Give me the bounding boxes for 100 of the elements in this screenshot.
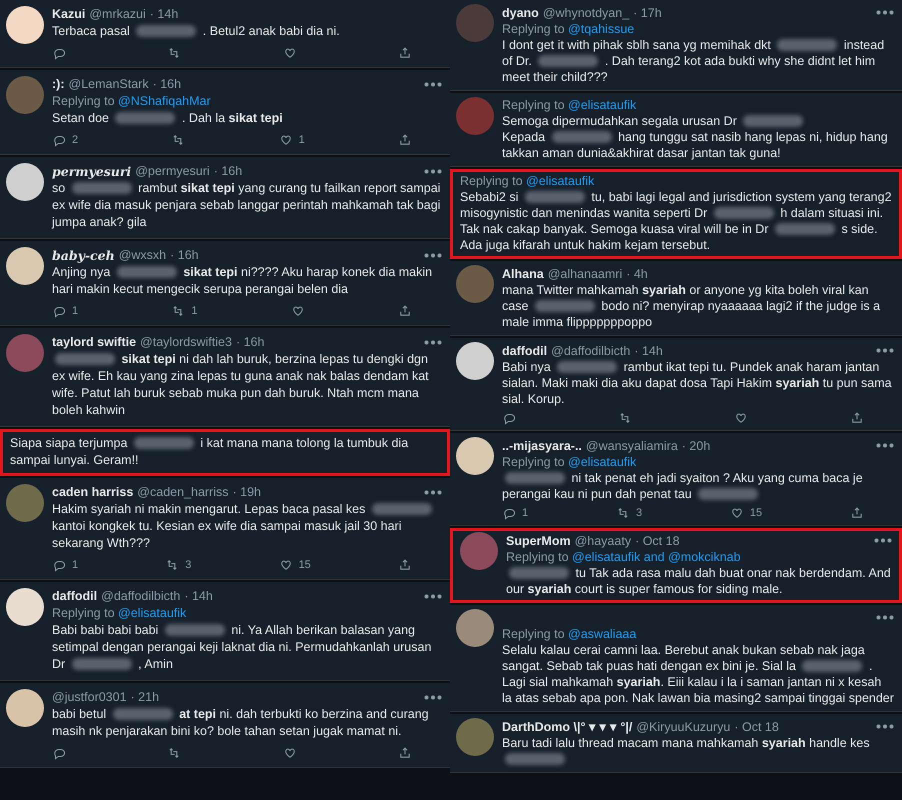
more-icon[interactable] — [424, 82, 442, 87]
share-icon[interactable] — [398, 133, 412, 147]
reply-icon[interactable] — [52, 133, 66, 147]
timestamp[interactable]: · 16h — [152, 76, 182, 93]
timestamp[interactable]: · Oct 18 — [734, 718, 779, 734]
heart-icon[interactable] — [282, 46, 297, 60]
timestamp[interactable]: · 16h — [236, 334, 264, 351]
timestamp[interactable]: · 19h — [232, 484, 262, 501]
timestamp[interactable]: · 14h — [634, 342, 663, 358]
user-handle[interactable]: @alhanaamri — [548, 266, 622, 282]
display-name[interactable]: baby-ceh — [52, 247, 115, 264]
user-handle[interactable]: @mrkazui — [89, 6, 146, 23]
timestamp[interactable]: · 14h — [184, 588, 213, 605]
display-name[interactable]: caden harriss — [52, 484, 134, 501]
timestamp[interactable]: · 4h — [626, 266, 648, 282]
avatar[interactable] — [6, 247, 44, 285]
reply-icon[interactable] — [52, 558, 66, 572]
display-name[interactable]: dyano — [502, 4, 539, 20]
more-icon[interactable] — [876, 10, 894, 15]
user-handle[interactable]: @permyesuri — [135, 163, 210, 180]
more-icon[interactable] — [424, 253, 442, 258]
retweet-icon[interactable] — [616, 506, 630, 520]
heart-icon[interactable] — [730, 506, 744, 520]
retweet-icon[interactable] — [618, 411, 632, 425]
more-icon[interactable] — [424, 169, 442, 174]
more-icon[interactable] — [424, 340, 442, 345]
heart-icon[interactable] — [282, 746, 297, 760]
more-icon[interactable] — [876, 615, 894, 620]
heart-icon[interactable] — [290, 304, 305, 318]
user-handle[interactable]: @daffodilbicth — [101, 588, 180, 605]
display-name[interactable]: Alhana — [502, 266, 544, 282]
user-handle[interactable]: @taylordswiftie3 — [140, 334, 232, 351]
share-icon[interactable] — [398, 558, 412, 572]
user-handle[interactable]: @wxsxh — [118, 247, 166, 264]
display-name[interactable]: daffodil — [502, 342, 548, 358]
retweet-icon[interactable] — [167, 46, 182, 60]
avatar[interactable] — [456, 342, 494, 380]
reply-icon[interactable] — [52, 746, 66, 760]
timestamp[interactable]: · 16h — [170, 247, 199, 264]
share-icon[interactable] — [398, 304, 412, 318]
timestamp[interactable]: · Oct 18 — [635, 532, 680, 548]
more-icon[interactable] — [874, 538, 892, 543]
user-handle[interactable]: @LemanStark — [68, 76, 149, 93]
mention-link[interactable]: @elisataufik — [568, 98, 636, 112]
user-handle[interactable]: @daffodilbicth — [551, 342, 630, 358]
reply-icon[interactable] — [52, 304, 66, 318]
reply-icon[interactable] — [52, 46, 66, 60]
retweet-icon[interactable] — [167, 746, 182, 760]
mention-link[interactable]: @NShafiqahMar — [118, 94, 211, 108]
mention-link[interactable]: @tqahissue — [568, 22, 634, 36]
retweet-icon[interactable] — [171, 304, 186, 318]
more-icon[interactable] — [424, 695, 442, 700]
timestamp[interactable]: · 20h — [682, 438, 710, 454]
share-icon[interactable] — [398, 746, 412, 760]
display-name[interactable]: DarthDomo \|° ▾ ▾ ▾ °|/ — [502, 718, 632, 734]
reply-icon[interactable] — [502, 411, 516, 425]
heart-icon[interactable] — [734, 411, 748, 425]
timestamp[interactable]: · 14h — [150, 6, 178, 23]
tweet-text: Hakim syariah ni makin mengarut. Lepas baca pasal kes kantoi kongkek tu. Kesian ex wife dia sampai masuk jail 30 hari sekarang Wth??? — [52, 501, 442, 552]
user-handle[interactable]: @justfor0301 — [52, 689, 127, 706]
share-icon[interactable] — [850, 506, 864, 520]
timestamp[interactable]: · 16h — [214, 163, 242, 180]
more-icon[interactable] — [424, 490, 442, 495]
user-handle[interactable]: @whynotdyan_ — [542, 4, 630, 20]
display-name[interactable]: permyesuri — [52, 163, 132, 180]
retweet-icon[interactable] — [165, 558, 180, 572]
retweet-icon[interactable] — [171, 133, 186, 147]
display-name[interactable]: daffodil — [52, 588, 98, 605]
more-icon[interactable] — [424, 594, 442, 599]
mention-link[interactable]: @elisataufik — [568, 455, 636, 469]
reply-icon[interactable] — [502, 506, 516, 520]
display-name[interactable]: ..-mijasyara-.. — [502, 438, 582, 454]
avatar[interactable] — [6, 588, 44, 626]
display-name[interactable]: :): — [52, 76, 64, 93]
avatar[interactable] — [6, 163, 44, 201]
user-handle[interactable]: @hayaaty — [574, 532, 632, 548]
share-icon[interactable] — [850, 411, 864, 425]
timestamp[interactable]: · 21h — [130, 689, 160, 706]
mention-link[interactable]: @elisataufik — [526, 174, 594, 188]
heart-icon[interactable] — [278, 558, 293, 572]
more-icon[interactable] — [876, 724, 894, 729]
avatar[interactable] — [6, 6, 44, 44]
avatar[interactable] — [456, 609, 494, 647]
mention-link[interactable]: @elisataufik and @mokciknab — [572, 550, 741, 564]
display-name[interactable]: taylord swiftie — [52, 334, 136, 351]
avatar[interactable] — [6, 689, 44, 727]
tweet-text: Terbaca pasal . Betul2 anak babi dia ni. — [52, 23, 341, 40]
timestamp[interactable]: · 17h — [633, 4, 662, 20]
user-handle[interactable]: @KiryuuKuzuryu — [636, 718, 730, 734]
user-handle[interactable]: @wansyaliamira — [586, 438, 678, 454]
display-name[interactable]: Kazui — [52, 6, 86, 23]
user-handle[interactable]: @caden_harriss — [137, 484, 229, 501]
more-icon[interactable] — [876, 443, 894, 448]
mention-link[interactable]: @elisataufik — [118, 606, 186, 620]
display-name[interactable]: SuperMom — [506, 532, 571, 548]
heart-icon[interactable] — [278, 133, 293, 147]
mention-link[interactable]: @aswaliaaa — [568, 627, 636, 641]
more-icon[interactable] — [876, 348, 894, 353]
share-icon[interactable] — [398, 46, 412, 60]
avatar[interactable] — [456, 437, 494, 475]
